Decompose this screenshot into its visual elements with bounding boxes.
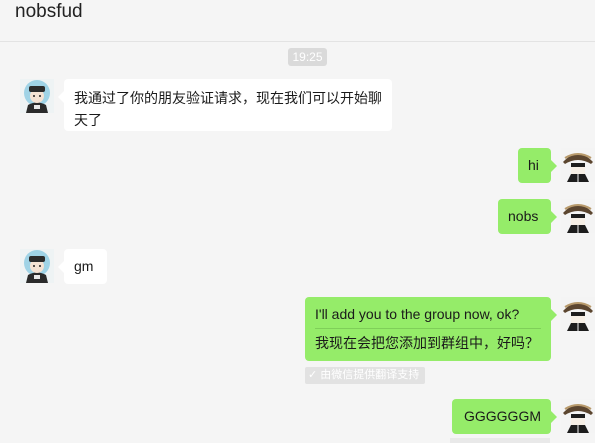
message-bubble-outgoing[interactable]: nobs (498, 199, 557, 234)
message-bubble-outgoing[interactable]: I'll add you to the group now, ok? 我现在会把… (305, 297, 557, 361)
timestamp-badge: 19:25 (288, 48, 327, 66)
message-bubble-outgoing[interactable]: GGGGGGM (452, 399, 557, 434)
message-translation: 我现在会把您添加到群组中，好吗？ (315, 335, 539, 351)
message-bubble-incoming[interactable]: gm (58, 249, 107, 284)
translation-attribution-text: 由微信提供翻译支持 (320, 369, 420, 381)
translation-divider (315, 328, 541, 329)
contact-avatar[interactable] (20, 249, 54, 283)
message-bubble-outgoing[interactable]: hi (518, 148, 557, 183)
next-message-edge (450, 438, 550, 443)
message-text: nobs (508, 208, 539, 224)
self-avatar[interactable] (561, 297, 595, 331)
check-icon: ✓ (308, 369, 318, 381)
message-text: gm (74, 258, 94, 274)
translation-attribution: ✓ 由微信提供翻译支持 (305, 367, 425, 384)
message-text: hi (528, 157, 539, 173)
message-text: I'll add you to the group now, ok? (315, 306, 520, 322)
chat-header: nobsfud (0, 0, 595, 42)
message-text: 我通过了你的朋友验证请求，现在我们可以开始聊天了 (74, 90, 382, 128)
self-avatar[interactable] (561, 148, 595, 182)
message-bubble-incoming[interactable]: 我通过了你的朋友验证请求，现在我们可以开始聊天了 (58, 79, 392, 131)
message-text: GGGGGGM (464, 408, 541, 424)
contact-avatar[interactable] (20, 79, 54, 113)
chat-title: nobsfud (15, 1, 83, 22)
self-avatar[interactable] (561, 399, 595, 433)
self-avatar[interactable] (561, 199, 595, 233)
